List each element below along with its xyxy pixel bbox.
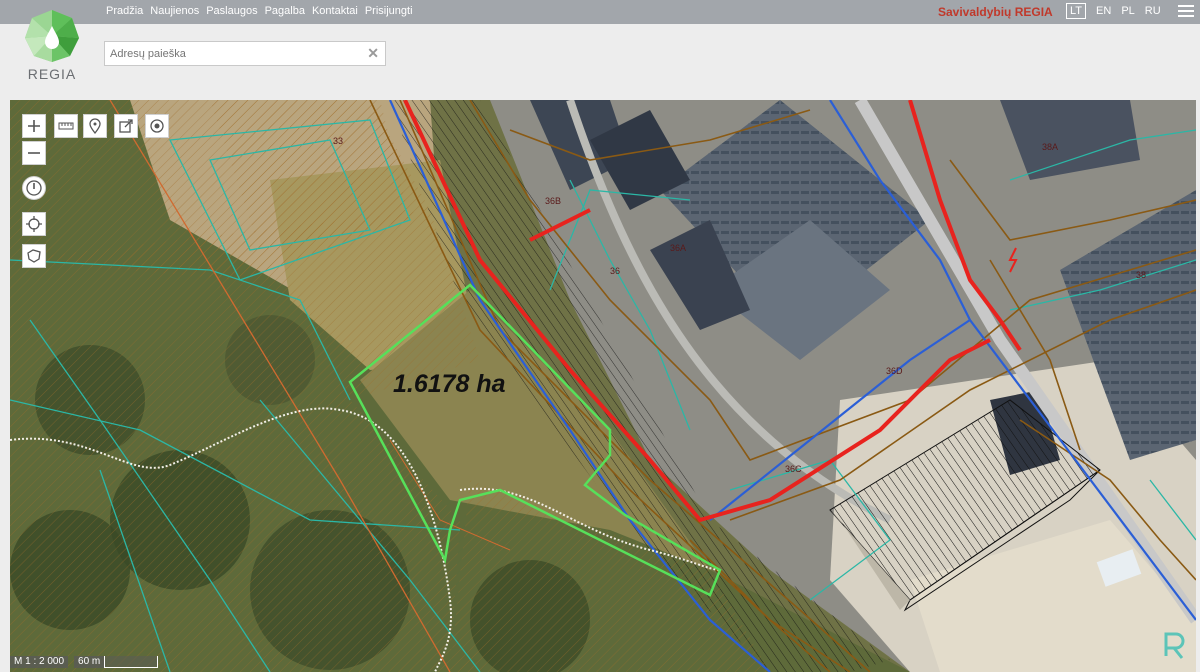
minus-icon <box>28 152 40 154</box>
nav-item-prisijungti[interactable]: Prisijungti <box>365 5 413 17</box>
scale-ratio: M 1 : 2 000 <box>10 656 69 668</box>
export-icon <box>119 119 133 133</box>
regia-logo[interactable]: REGIA <box>22 8 86 88</box>
compass-button[interactable] <box>22 176 46 200</box>
lang-ru[interactable]: RU <box>1145 5 1161 17</box>
crosshair-icon <box>26 216 42 232</box>
nav-item-pradzia[interactable]: Pradžia <box>106 5 143 17</box>
compass-icon <box>26 180 42 196</box>
clear-search-icon[interactable]: ✕ <box>367 45 379 62</box>
map-scale: M 1 : 2 000 60 m <box>10 656 159 668</box>
parcel-label: 36C <box>785 464 802 474</box>
map-canvas[interactable]: 1.6178 ha 33 36B 36A 36 38A 38 36D 36C <box>10 100 1196 672</box>
zoom-in-button[interactable] <box>22 114 46 138</box>
zoom-out-button[interactable] <box>22 141 46 165</box>
parcel-label: 36A <box>670 243 687 253</box>
brand-name: Savivaldybių REGIA <box>938 5 1053 19</box>
target-icon <box>150 119 164 133</box>
regia-watermark-icon <box>1164 632 1185 659</box>
locate-button[interactable] <box>22 212 46 236</box>
nav-item-naujienos[interactable]: Naujienos <box>150 5 199 17</box>
location-pin-icon <box>89 118 101 135</box>
export-button[interactable] <box>114 114 138 138</box>
nav-item-pagalba[interactable]: Pagalba <box>265 5 305 17</box>
parcel-label: 36D <box>886 366 903 376</box>
layers-button[interactable] <box>145 114 169 138</box>
parcel-label: 33 <box>333 136 344 146</box>
lang-lt[interactable]: LT <box>1066 3 1087 19</box>
area-label: 1.6178 ha <box>393 370 506 398</box>
marker-button[interactable] <box>83 114 107 138</box>
map-layer <box>10 100 1196 672</box>
logo-drop-icon <box>25 10 79 62</box>
address-search: ✕ <box>104 41 386 66</box>
language-switcher: LT EN PL RU <box>1066 3 1161 19</box>
region-button[interactable] <box>22 244 46 268</box>
parcel-label: 38A <box>1042 142 1059 152</box>
region-icon <box>27 249 41 263</box>
hamburger-menu-icon[interactable] <box>1178 5 1194 19</box>
logo-text: REGIA <box>27 66 77 82</box>
scale-bar-label: 60 m <box>74 656 105 668</box>
main-nav: Pradžia Naujienos Paslaugos Pagalba Kont… <box>106 5 413 17</box>
lang-en[interactable]: EN <box>1096 5 1111 17</box>
plus-icon <box>28 120 40 132</box>
top-bar: Pradžia Naujienos Paslaugos Pagalba Kont… <box>0 0 1200 24</box>
parcel-label: 38 <box>1136 270 1147 280</box>
ruler-icon <box>58 122 74 130</box>
parcel-label: 36 <box>610 266 621 276</box>
lang-pl[interactable]: PL <box>1121 5 1134 17</box>
address-search-input[interactable] <box>105 42 355 65</box>
measure-button[interactable] <box>54 114 78 138</box>
nav-item-kontaktai[interactable]: Kontaktai <box>312 5 358 17</box>
scale-bar <box>104 656 159 668</box>
parcel-label: 36B <box>545 196 562 206</box>
nav-item-paslaugos[interactable]: Paslaugos <box>206 5 257 17</box>
